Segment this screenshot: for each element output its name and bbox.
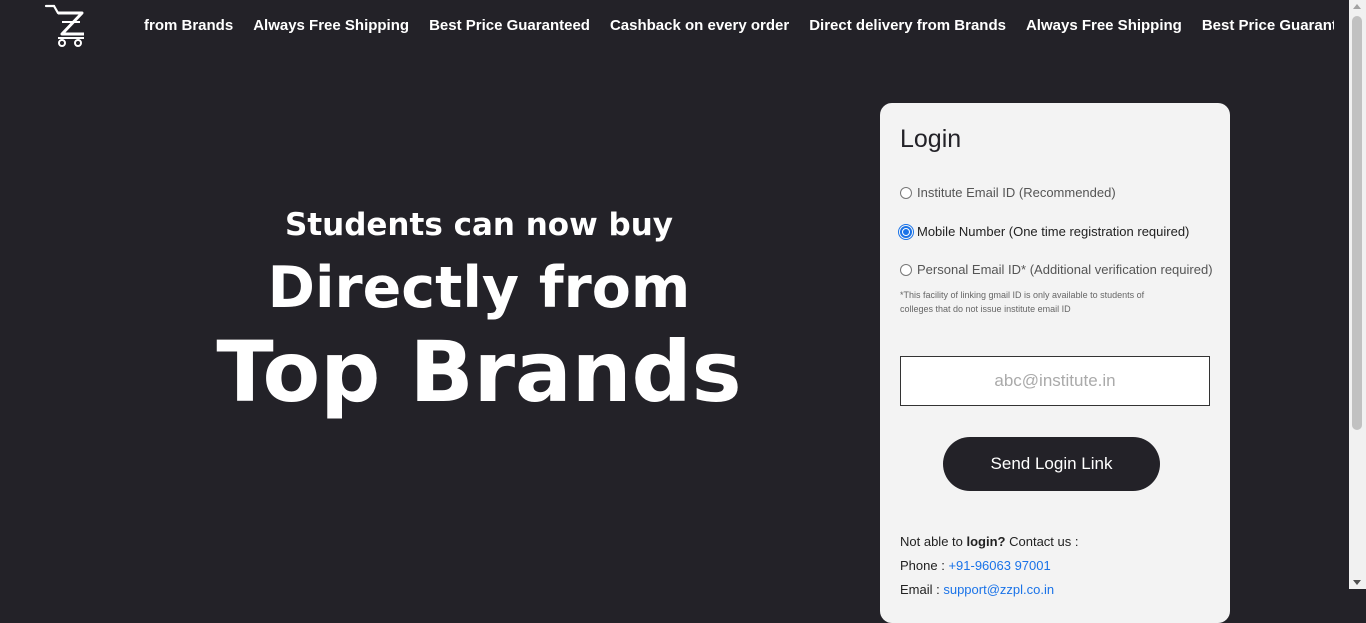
option-personal-email[interactable]: Personal Email ID* (Additional verificat… — [900, 262, 1213, 277]
top-bar: from Brands Always Free Shipping Best Pr… — [0, 0, 1349, 52]
hero-line-1: Students can now buy — [285, 207, 673, 243]
ticker-item: from Brands — [144, 17, 234, 34]
cart-z-logo-icon[interactable] — [44, 2, 88, 48]
option-label: Mobile Number (One time registration req… — [917, 224, 1190, 239]
phone-link[interactable]: +91-96063 97001 — [948, 558, 1050, 573]
gmail-note: *This facility of linking gmail ID is on… — [900, 290, 1145, 314]
radio-institute-email[interactable] — [900, 186, 912, 199]
email-link[interactable]: support@zzpl.co.in — [943, 582, 1054, 597]
ticker-item: Always Free Shipping — [253, 17, 410, 34]
radio-mobile-number[interactable] — [898, 223, 914, 240]
promo-ticker: from Brands Always Free Shipping Best Pr… — [134, 12, 1334, 40]
option-label: Personal Email ID* (Additional verificat… — [917, 262, 1213, 277]
hero-line-2: Directly from — [267, 255, 691, 321]
radio-personal-email[interactable] — [900, 263, 912, 276]
ticker-item: Best Price Guarantee — [1201, 17, 1334, 34]
ticker-item: Best Price Guaranteed — [429, 17, 590, 34]
option-institute-email[interactable]: Institute Email ID (Recommended) — [900, 185, 1116, 200]
scroll-up-icon[interactable] — [1353, 4, 1361, 9]
option-mobile-number[interactable]: Mobile Number (One time registration req… — [898, 223, 1190, 240]
help-phone: Phone : +91-96063 97001 — [900, 558, 1051, 573]
hero-line-3: Top Brands — [216, 323, 742, 421]
send-login-link-button[interactable]: Send Login Link — [943, 437, 1160, 491]
login-title: Login — [900, 125, 962, 153]
ticker-item: Direct delivery from Brands — [809, 17, 1006, 34]
ticker-item: Always Free Shipping — [1025, 17, 1182, 34]
page-scrollbar[interactable] — [1349, 0, 1366, 589]
help-email: Email : support@zzpl.co.in — [900, 582, 1055, 597]
email-input[interactable] — [900, 356, 1210, 406]
login-card: Login Institute Email ID (Recommended) M… — [880, 103, 1230, 623]
scroll-down-icon[interactable] — [1353, 580, 1361, 585]
help-text: Not able to login? Contact us : — [900, 534, 1079, 549]
ticker-item: Cashback on every order — [609, 17, 790, 34]
option-label: Institute Email ID (Recommended) — [917, 185, 1116, 200]
hero-headline: Students can now buy Directly from Top B… — [0, 200, 958, 422]
scroll-thumb[interactable] — [1352, 16, 1362, 430]
